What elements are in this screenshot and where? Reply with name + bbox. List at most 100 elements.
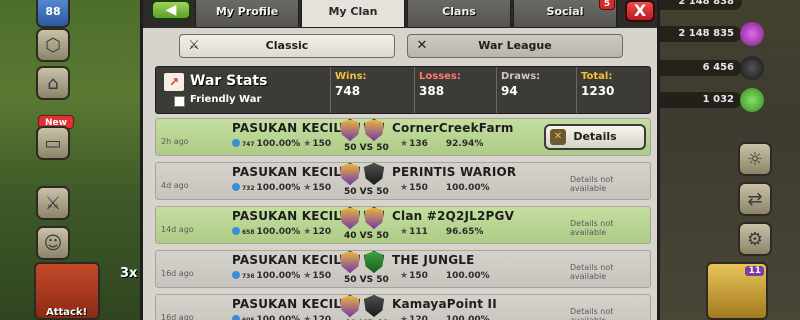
own-clan-name: PASUKAN KECIL — [232, 165, 342, 179]
crossed-swords-icon: ✕ — [416, 38, 428, 53]
swap-icon[interactable]: ⇄ — [738, 182, 772, 216]
builder-base-badge: 11 — [745, 266, 764, 276]
opponent-stars: 111 — [409, 227, 428, 237]
own-stars: 150 — [312, 183, 332, 193]
total-label: Total: — [581, 71, 613, 82]
chat-icon[interactable]: ▭ — [36, 126, 70, 160]
opponent-clan-name: PERINTIS WARIOR — [392, 165, 517, 179]
close-button[interactable]: X — [625, 0, 655, 22]
attack-label: Attack! — [46, 307, 88, 318]
gem-icon — [740, 88, 764, 112]
dark-elixir-icon — [740, 56, 764, 80]
attack-button[interactable]: Attack! — [34, 262, 100, 320]
opponent-clan-name: Clan #2Q2JL2PGV — [392, 209, 515, 223]
own-destruction: 100.00% — [256, 227, 301, 237]
own-stats: 747 100.00% ★150 — [232, 139, 331, 149]
own-stats: 605100.00%★120 — [232, 315, 331, 320]
xp-icon — [232, 183, 240, 191]
star-icon: ★ — [303, 315, 312, 320]
war-stats-title: War Stats — [190, 73, 268, 89]
xp-icon — [232, 271, 240, 279]
opponent-destruction: 100.00% — [445, 271, 490, 281]
tab-my-clan[interactable]: My Clan — [301, 0, 405, 28]
xp-icon — [232, 139, 240, 147]
war-time-ago: 2h ago — [161, 137, 189, 146]
own-stats: 732 100.00% ★150 — [232, 183, 331, 193]
details-not-available: Details not available — [570, 263, 614, 281]
details-not-available: Details not available — [570, 219, 614, 237]
swords-icon: ✕ — [550, 129, 566, 145]
war-log-row[interactable]: 14d ago PASUKAN KECIL 40 VS 50 Clan #2Q2JL2… — [155, 206, 651, 244]
war-league-button[interactable]: ✕ War League — [407, 34, 623, 58]
own-destruction: 100.00% — [256, 183, 301, 193]
war-log-row[interactable]: 2h ago PASUKAN KECIL 50 VS 50 CornerCreekFa… — [155, 118, 651, 156]
opponent-stars: 150 — [409, 183, 428, 193]
settings-hex-icon[interactable]: ⬡ — [36, 28, 70, 62]
experience-level: 88 — [45, 4, 61, 18]
opponent-clan-badge-icon — [364, 119, 384, 141]
opponent-destruction: 92.94% — [445, 139, 484, 149]
builder-icon[interactable]: ☺ — [36, 226, 70, 260]
sword-icon[interactable]: ⚔ — [36, 186, 70, 220]
own-xp: 658 — [242, 229, 255, 236]
events-icon[interactable]: ☼ — [738, 142, 772, 176]
experience-level-badge[interactable]: 88 — [36, 0, 70, 28]
details-button[interactable]: ✕ Details — [544, 124, 646, 150]
opponent-stats: ★120 100.00% — [400, 315, 490, 320]
tab-my-profile[interactable]: My Profile — [195, 0, 299, 28]
own-clan-name: PASUKAN KECIL — [232, 121, 342, 135]
war-size: 50 VS 50 — [344, 275, 389, 285]
losses-value: 388 — [419, 84, 445, 98]
total-value: 1230 — [581, 84, 615, 98]
star-icon: ★ — [303, 227, 312, 237]
gem-amount: 1 032 — [646, 92, 742, 108]
details-not-available: Details not available — [570, 307, 614, 320]
war-stats-panel: ↗ War Stats Friendly War Wins: 748 Losse… — [155, 66, 651, 114]
opponent-stats: ★150 100.00% — [400, 183, 490, 193]
star-icon: ★ — [303, 139, 312, 149]
own-stats: 736 100.00% ★150 — [232, 271, 331, 281]
details-not-available: Details not available — [570, 175, 614, 193]
tab-clans[interactable]: Clans — [407, 0, 511, 28]
war-log-row[interactable]: 16d agoPASUKAN KECIL40 VS 40KamayaPoint … — [155, 294, 651, 320]
chart-icon: ↗ — [164, 73, 184, 91]
war-time-ago: 16d ago — [161, 269, 194, 278]
opponent-clan-badge-icon — [364, 163, 384, 185]
back-button[interactable]: ◀ — [151, 0, 191, 20]
draws-value: 94 — [501, 84, 518, 98]
opponent-clan-badge-icon — [364, 251, 384, 273]
dark-elixir-amount: 6 456 — [646, 60, 742, 76]
clan-panel: ◀ My Profile My Clan Clans Social 5 X ⚔ … — [140, 0, 660, 320]
gold-amount: 2 148 838 — [646, 0, 742, 10]
draws-label: Draws: — [501, 71, 541, 82]
own-xp: 747 — [242, 141, 255, 148]
war-log-row[interactable]: 4d ago PASUKAN KECIL 50 VS 50 PERINTIS WARI… — [155, 162, 651, 200]
shop-icon[interactable]: ⌂ — [36, 66, 70, 100]
settings-icon[interactable]: ⚙ — [738, 222, 772, 256]
opponent-stars: 150 — [409, 271, 428, 281]
own-clan-badge-icon — [340, 295, 360, 317]
opponent-destruction: 96.65% — [445, 227, 484, 237]
opponent-clan-badge-icon — [364, 207, 384, 229]
draws-stat: Draws: 94 — [496, 67, 578, 113]
friendly-war-label: Friendly War — [190, 94, 262, 105]
own-stars: 120 — [312, 227, 332, 237]
losses-stat: Losses: 388 — [414, 67, 496, 113]
war-log-row[interactable]: 16d ago PASUKAN KECIL 50 VS 50 THE JUNGLE 73… — [155, 250, 651, 288]
own-stats: 658 100.00% ★120 — [232, 227, 331, 237]
star-icon: ★ — [303, 271, 312, 281]
classic-war-button[interactable]: ⚔ Classic — [179, 34, 395, 58]
friendly-war-checkbox[interactable] — [174, 96, 185, 107]
xp-icon — [232, 315, 240, 320]
own-clan-badge-icon — [340, 119, 360, 141]
star-icon: ★ — [400, 227, 409, 237]
losses-label: Losses: — [419, 71, 461, 82]
builder-base-button[interactable]: 11 — [706, 262, 768, 320]
opponent-destruction: 100.00% — [445, 315, 490, 320]
star-icon: ★ — [400, 315, 409, 320]
war-time-ago: 14d ago — [161, 225, 194, 234]
opponent-stats: ★136 92.94% — [400, 139, 483, 149]
own-stars: 120 — [312, 315, 332, 320]
back-arrow-icon: ◀ — [165, 2, 177, 18]
own-destruction: 100.00% — [256, 315, 301, 320]
